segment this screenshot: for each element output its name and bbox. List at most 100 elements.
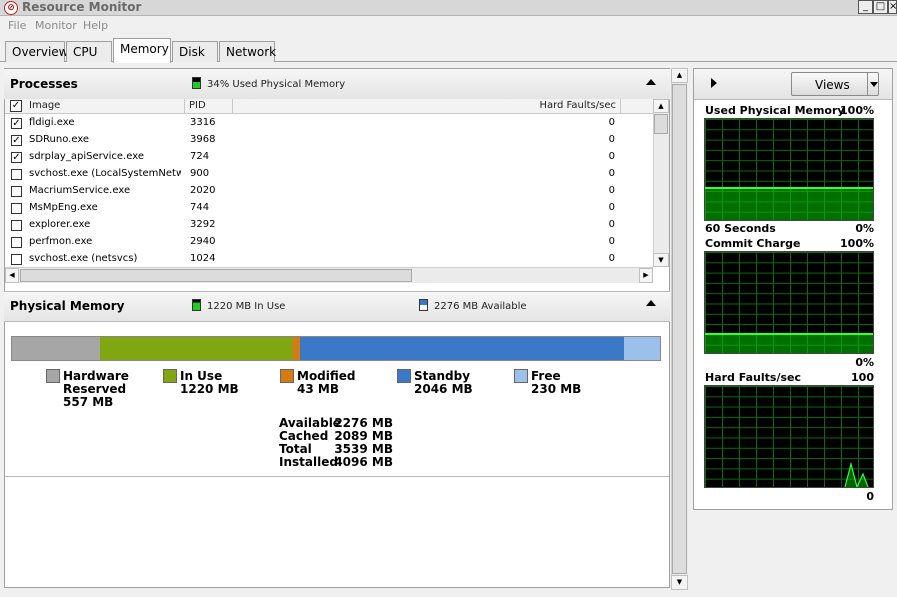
process-hard-faults: 0 (608, 134, 615, 145)
legend-swatch (163, 369, 177, 383)
main-scroll-up-button[interactable]: ▲ (671, 68, 688, 83)
process-pid: 900 (190, 168, 210, 179)
process-checkbox[interactable] (11, 254, 22, 265)
process-row[interactable]: MacriumService.exe 2020 0 (5, 183, 653, 200)
physical-memory-title: Physical Memory (10, 299, 125, 313)
window-title: Resource Monitor (22, 0, 142, 14)
graph-commit-min: 0% (855, 356, 874, 369)
process-checkbox[interactable] (11, 237, 22, 248)
process-row[interactable]: explorer.exe 3292 0 (5, 217, 653, 234)
scroll-up-button[interactable]: ▲ (653, 99, 669, 113)
graph-used-memory-min: 0% (855, 222, 874, 235)
available-icon (419, 299, 428, 311)
legend-label: Hardware Reserved 557 MB (63, 370, 129, 409)
legend-swatch (46, 369, 60, 383)
views-dropdown-button[interactable] (867, 72, 879, 96)
process-pid: 3316 (190, 117, 216, 128)
process-row[interactable]: MsMpEng.exe 744 0 (5, 200, 653, 217)
process-image: MacriumService.exe (29, 185, 131, 196)
process-image: svchost.exe (netsvcs) (29, 253, 138, 264)
processes-hscroll-thumb[interactable] (20, 269, 412, 282)
process-checkbox[interactable] (11, 169, 22, 180)
expand-arrow-icon[interactable] (711, 78, 717, 88)
scroll-right-button[interactable]: ▶ (639, 268, 653, 283)
stat-label: Cached (279, 429, 329, 443)
views-label: Views (815, 78, 850, 92)
scroll-down-button[interactable]: ▼ (653, 253, 669, 267)
process-pid: 744 (190, 202, 210, 213)
process-image: svchost.exe (LocalSystemNetwo... (29, 168, 181, 179)
graph-used-memory (704, 118, 874, 221)
memory-segment-standby (300, 337, 624, 360)
process-hard-faults: 0 (608, 117, 615, 128)
minimize-button[interactable]: _ (858, 0, 873, 14)
tab-cpu[interactable]: CPU (66, 41, 112, 62)
hard-faults-line (844, 461, 869, 487)
stat-label: Available (279, 416, 341, 430)
tab-memory[interactable]: Memory (113, 38, 171, 63)
main-scroll-down-button[interactable]: ▼ (671, 575, 688, 590)
legend-label: In Use 1220 MB (180, 370, 239, 396)
graph-commit-charge (704, 251, 874, 354)
available-info: 2276 MB Available (434, 301, 527, 312)
graph-hard-faults (704, 385, 874, 488)
legend-swatch (280, 369, 294, 383)
graph-hard-faults-title: Hard Faults/sec (705, 371, 802, 384)
process-hard-faults: 0 (608, 236, 615, 247)
process-row[interactable]: svchost.exe (LocalSystemNetwo... 900 0 (5, 166, 653, 183)
main-vscroll-thumb[interactable] (672, 84, 687, 574)
process-hard-faults: 0 (608, 168, 615, 179)
legend-value: 2046 MB (414, 382, 473, 396)
maximize-button[interactable]: □ (873, 0, 888, 14)
menu-monitor[interactable]: Monitor (35, 19, 77, 32)
process-row[interactable]: ✓ SDRuno.exe 3968 0 (5, 132, 653, 149)
section-divider (5, 476, 669, 477)
processes-vscroll-thumb[interactable] (654, 114, 668, 134)
tab-disk[interactable]: Disk (172, 41, 218, 62)
graph-used-memory-title: Used Physical Memory (705, 104, 845, 117)
process-checkbox[interactable] (11, 203, 22, 214)
process-image: fldigi.exe (29, 117, 75, 128)
graph-hard-faults-max: 100 (851, 371, 874, 384)
process-row[interactable]: ✓ sdrplay_apiService.exe 724 0 (5, 149, 653, 166)
process-row[interactable]: ✓ fldigi.exe 3316 0 (5, 115, 653, 132)
process-pid: 1024 (190, 253, 216, 264)
process-row[interactable]: perfmon.exe 2940 0 (5, 234, 653, 251)
stat-label: Installed (279, 455, 338, 469)
process-checkbox[interactable]: ✓ (11, 118, 22, 129)
legend-label: Free 230 MB (531, 370, 581, 396)
select-all-checkbox[interactable]: ✓ (10, 100, 22, 112)
process-image: perfmon.exe (29, 236, 93, 247)
legend-value: 43 MB (297, 382, 339, 396)
stat-value: 4096 MB (334, 455, 393, 469)
process-pid: 2940 (190, 236, 216, 247)
views-button[interactable]: Views (791, 72, 879, 96)
process-checkbox[interactable] (11, 186, 22, 197)
stat-value: 3539 MB (334, 442, 393, 456)
close-button[interactable]: × (888, 0, 897, 14)
column-pid[interactable]: PID (185, 99, 233, 114)
menu-help[interactable]: Help (83, 19, 108, 32)
process-row[interactable]: svchost.exe (netsvcs) 1024 0 (5, 251, 653, 268)
collapse-arrow-icon[interactable] (646, 79, 656, 85)
column-image[interactable]: Image (25, 99, 185, 114)
process-checkbox[interactable]: ✓ (11, 135, 22, 146)
process-hard-faults: 0 (608, 202, 615, 213)
tab-overview[interactable]: Overview (5, 41, 69, 62)
scroll-left-button[interactable]: ◀ (5, 268, 19, 283)
collapse-arrow-icon[interactable] (646, 300, 656, 306)
process-checkbox[interactable] (11, 220, 22, 231)
process-pid: 3292 (190, 219, 216, 230)
tab-network[interactable]: Network (219, 41, 276, 62)
memory-segment-free (624, 337, 660, 360)
process-checkbox[interactable]: ✓ (11, 152, 22, 163)
legend-label: Standby 2046 MB (414, 370, 473, 396)
processes-column-header: ✓ Image PID Hard Faults/sec (5, 99, 653, 114)
graph-commit-title: Commit Charge (705, 237, 801, 250)
process-hard-faults: 0 (608, 253, 615, 264)
column-hard-faults[interactable]: Hard Faults/sec (233, 99, 621, 114)
graph-used-memory-time: 60 Seconds (705, 222, 776, 235)
legend-label: Modified 43 MB (297, 370, 356, 396)
memory-segment-modified (293, 337, 300, 360)
menu-file[interactable]: File (8, 19, 26, 32)
